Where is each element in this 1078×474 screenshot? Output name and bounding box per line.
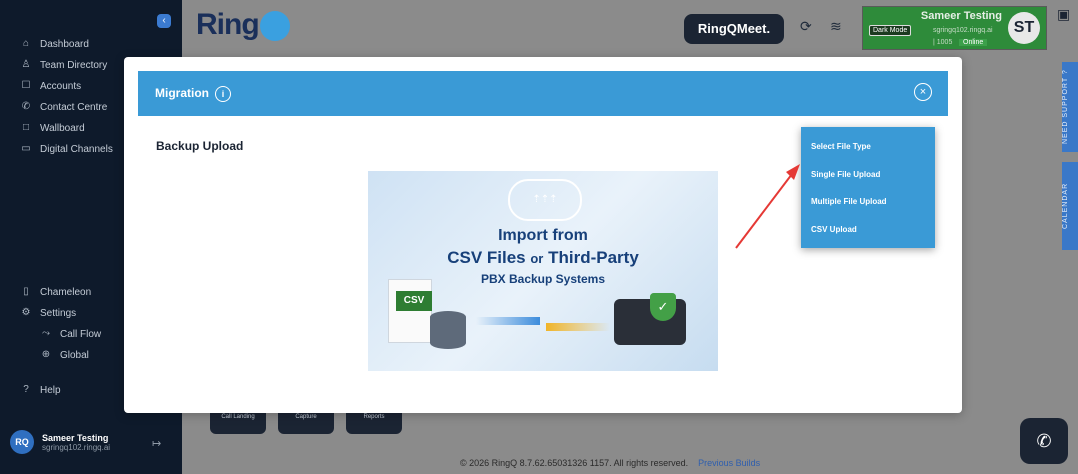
help-icon: ? (23, 384, 29, 395)
profile-card[interactable]: Sameer Testing Dark Mode sgringq102.ring… (862, 6, 1047, 50)
phone-dialer-button[interactable]: ✆ (1020, 418, 1068, 464)
dropdown-option-select-file-type[interactable]: Select File Type (811, 142, 871, 151)
video-icon[interactable]: ▣ (1057, 6, 1070, 23)
shield-check-icon: ✓ (650, 293, 676, 321)
chat-icon: ▭ (21, 143, 31, 154)
sidebar-item-team-directory[interactable]: ♙ Team Directory (20, 59, 108, 71)
calendar-tab[interactable]: CALENDAR (1062, 162, 1078, 250)
globe-icon: ⊕ (41, 349, 51, 360)
database-icon (430, 311, 466, 349)
avatar: ST (1008, 12, 1040, 44)
logo-q-icon (259, 11, 290, 42)
user-info: RQ Sameer Testing sgringq102.ringq.ai (10, 430, 110, 454)
modal-title: Migration i (155, 86, 231, 102)
need-support-tab[interactable]: NEED SUPPORT ? (1062, 62, 1078, 152)
profile-email: sgringq102.ringq.ai (933, 27, 993, 34)
collapse-sidebar-button[interactable]: ‹ (157, 14, 171, 28)
dropdown-option-multiple-file-upload[interactable]: Multiple File Upload (811, 197, 887, 206)
close-icon[interactable]: × (914, 83, 932, 101)
arrow-right-icon (476, 317, 540, 325)
file-type-dropdown: Select File Type Single File Upload Mult… (801, 127, 935, 248)
gear-icon: ⚙ (21, 307, 31, 318)
square-icon: □ (22, 122, 30, 133)
profile-extension: | 1005 (933, 39, 953, 46)
reports-button[interactable]: Reports (346, 410, 402, 434)
sidebar-item-chameleon[interactable]: ▯ Chameleon (20, 286, 91, 298)
ringq-meet-button[interactable]: RingQMeet. (684, 14, 784, 44)
previous-builds-link[interactable]: Previous Builds (698, 458, 760, 468)
device-icon: ▯ (23, 286, 29, 297)
banner-line2: CSV Files or Third-Party (447, 248, 639, 267)
refresh-icon[interactable]: ⟳ (800, 18, 812, 35)
csv-tag: CSV (396, 291, 432, 311)
flow-icon: ⤳ (42, 328, 50, 339)
wifi-icon[interactable]: ≋ (830, 18, 842, 35)
cloud-icon: ⇡⇡⇡ (508, 179, 582, 221)
dark-mode-toggle[interactable]: Dark Mode (869, 25, 912, 36)
document-icon (388, 279, 432, 343)
phone-icon: ✆ (21, 101, 31, 112)
sidebar-item-wallboard[interactable]: □ Wallboard (20, 122, 85, 134)
logout-icon[interactable]: ↦ (152, 437, 161, 450)
annotation-arrow-icon (735, 164, 800, 249)
import-banner-image: ⇡⇡⇡ Import from CSV Files or Third-Party… (368, 171, 718, 371)
status-badge: Online (959, 39, 988, 46)
call-landing-button[interactable]: Call Landing (210, 410, 266, 434)
logo: Ring (196, 8, 290, 42)
dropdown-option-single-file-upload[interactable]: Single File Upload (811, 170, 880, 179)
dropdown-option-csv-upload[interactable]: CSV Upload (811, 225, 857, 234)
sidebar-item-accounts[interactable]: ☐ Accounts (20, 80, 82, 92)
avatar: RQ (10, 430, 34, 454)
sidebar-item-call-flow[interactable]: ⤳ Call Flow (40, 328, 101, 340)
modal-header: Migration i × (138, 71, 948, 116)
user-email: sgringq102.ringq.ai (42, 442, 111, 452)
info-icon[interactable]: i (215, 86, 231, 102)
sidebar-item-digital-channels[interactable]: ▭ Digital Channels (20, 143, 113, 155)
accounts-icon: ☐ (21, 80, 31, 91)
section-title: Backup Upload (156, 139, 244, 153)
sidebar-item-settings[interactable]: ⚙ Settings (20, 307, 77, 319)
phone-icon: ✆ (1036, 431, 1052, 451)
sidebar-item-help[interactable]: ? Help (20, 384, 60, 396)
user-name: Sameer Testing (42, 432, 109, 443)
sidebar-item-contact-centre[interactable]: ✆ Contact Centre (20, 101, 107, 113)
user-icon: ♙ (21, 59, 31, 70)
profile-name: Sameer Testing (920, 10, 1002, 22)
footer: © 2026 RingQ 8.7.62.65031326 1157. All r… (460, 458, 761, 468)
arrow-left-icon (546, 323, 610, 331)
sidebar-item-global[interactable]: ⊕ Global (40, 349, 89, 361)
sidebar-item-dashboard[interactable]: ⌂ Dashboard (20, 38, 89, 50)
home-icon: ⌂ (22, 38, 30, 49)
banner-line1: Import from (498, 227, 588, 244)
capture-button[interactable]: Capture (278, 410, 334, 434)
